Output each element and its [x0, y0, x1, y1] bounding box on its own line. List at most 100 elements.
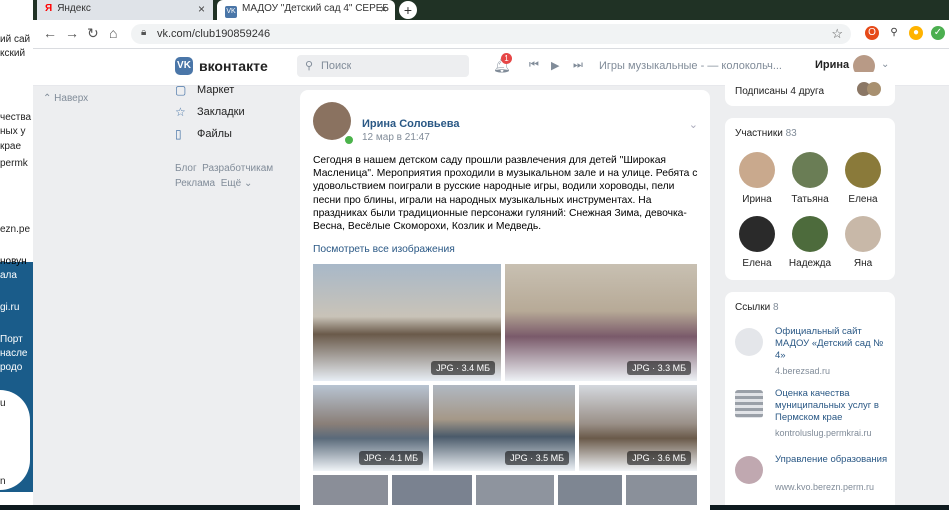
avatar: [845, 216, 881, 252]
photo-size-label: JPG · 3.4 МБ: [431, 361, 495, 375]
post-author[interactable]: Ирина Соловьева: [362, 118, 460, 130]
sidebar-item-market[interactable]: ▢ Маркет: [175, 83, 285, 105]
post-photo[interactable]: JPG · 3.4 МБ: [313, 264, 501, 381]
search-icon[interactable]: ⚲: [887, 26, 901, 40]
user-name[interactable]: Ирина: [815, 59, 849, 71]
show-all-images-link[interactable]: Посмотреть все изображения: [313, 244, 455, 255]
post-photo[interactable]: JPG · 3.3 МБ: [505, 264, 697, 381]
photo-size-label: JPG · 4.1 МБ: [359, 451, 423, 465]
bg-text: u: [0, 398, 6, 409]
subscribed-friends: Подписаны 4 друга: [735, 86, 825, 97]
tab-title: Яндекс: [57, 3, 91, 14]
post-photo[interactable]: [313, 475, 388, 505]
link-title: Управление образования: [775, 454, 888, 465]
photo-size-label: JPG · 3.5 МБ: [505, 451, 569, 465]
market-icon: ▢: [175, 83, 187, 97]
link-item[interactable]: Официальный сайт МАДОУ «Детский сад № 4»…: [735, 326, 895, 376]
post-text: Сегодня в нашем детском саду прошли разв…: [313, 155, 698, 233]
members-count: 83: [785, 128, 797, 139]
links-title-text: Ссылки: [735, 302, 771, 313]
yandex-icon: Я: [45, 3, 53, 14]
post-photo[interactable]: [626, 475, 697, 505]
url-input[interactable]: 🔒︎ vk.com/club190859246 ☆: [131, 24, 851, 44]
vk-logo-icon[interactable]: VK: [175, 57, 193, 75]
member[interactable]: Елена: [835, 152, 891, 205]
post-photo[interactable]: JPG · 4.1 МБ: [313, 385, 429, 471]
friends-card[interactable]: Подписаны 4 друга: [725, 72, 895, 106]
footer-link-blog[interactable]: Блог: [175, 163, 197, 174]
check-icon[interactable]: ✓: [931, 26, 945, 40]
bg-text: чества: [0, 112, 32, 123]
scroll-to-top-button[interactable]: ⌃ Наверх: [43, 93, 88, 104]
opera-icon[interactable]: O: [865, 26, 879, 40]
sidebar-item-files[interactable]: ▯ Файлы: [175, 127, 285, 149]
member[interactable]: Елена: [729, 216, 785, 269]
member[interactable]: Ирина: [729, 152, 785, 205]
footer-link-more[interactable]: Ещё: [221, 178, 241, 189]
link-title: Оценка качества муниципальных услуг в Пе…: [775, 388, 879, 423]
close-icon[interactable]: ×: [380, 2, 387, 16]
post-photo[interactable]: JPG · 3.5 МБ: [433, 385, 575, 471]
member-name: Татьяна: [791, 194, 829, 205]
post-photo[interactable]: [392, 475, 472, 505]
bg-text: новун: [0, 256, 27, 267]
bg-text: Порт: [0, 334, 23, 345]
sidebar-item-label: Закладки: [197, 106, 245, 118]
play-icon[interactable]: ▶: [551, 59, 559, 72]
sidebar-item-bookmarks[interactable]: ☆ Закладки: [175, 105, 285, 127]
chevron-down-icon[interactable]: ⌄: [881, 59, 889, 70]
star-icon: ☆: [175, 105, 186, 119]
link-url: www.kvo.berezn.perm.ru: [775, 482, 875, 492]
link-item[interactable]: Оценка качества муниципальных услуг в Пе…: [735, 388, 895, 438]
left-menu-footer: Блог Разработчикам Реклама Ещё ⌄: [175, 161, 285, 191]
home-icon[interactable]: ⌂: [109, 25, 117, 41]
chevron-up-icon: ⌃: [43, 93, 55, 104]
member-name: Надежда: [788, 258, 832, 269]
vk-logo-text[interactable]: вконтакте: [199, 58, 268, 74]
track-title[interactable]: Игры музыкальные - — колокольч...: [599, 60, 782, 72]
forward-arrow-icon[interactable]: →: [65, 25, 79, 41]
links-title[interactable]: Ссылки 8: [735, 302, 779, 313]
tab-vk[interactable]: VK МАДОУ "Детский сад 4" СЕРЕБ ×: [217, 0, 395, 20]
member[interactable]: Надежда: [782, 216, 838, 269]
sidebar-item-label: Маркет: [197, 84, 235, 96]
footer-link-ads[interactable]: Реклама: [175, 178, 215, 189]
members-title-text: Участники: [735, 128, 783, 139]
avatar: [739, 152, 775, 188]
avatar: [792, 152, 828, 188]
notifications-bell-icon[interactable]: 🔔︎ 1: [493, 53, 512, 74]
post-date[interactable]: 12 мар в 21:47: [362, 132, 430, 143]
footer-link-developers[interactable]: Разработчикам: [202, 163, 273, 174]
close-icon[interactable]: ×: [198, 2, 205, 16]
post-photo[interactable]: [476, 475, 554, 505]
next-track-icon[interactable]: ⏭: [573, 59, 583, 72]
avatar: [845, 152, 881, 188]
back-arrow-icon[interactable]: ←: [43, 25, 57, 41]
avatar: [792, 216, 828, 252]
bookmark-star-icon[interactable]: ☆: [831, 26, 843, 42]
post-photo[interactable]: JPG · 3.6 МБ: [579, 385, 697, 471]
extension-icon[interactable]: ●: [909, 26, 923, 40]
previous-track-icon[interactable]: ⏮: [529, 59, 539, 72]
reload-icon[interactable]: ↻: [87, 25, 99, 42]
link-thumbnail: [735, 390, 763, 418]
member[interactable]: Яна: [835, 216, 891, 269]
bg-text: родо: [0, 362, 23, 373]
search-icon: ⚲: [305, 60, 314, 72]
link-item[interactable]: Управление образования www.kvo.berezn.pe…: [735, 454, 895, 500]
avatar: [867, 82, 881, 96]
new-tab-button[interactable]: +: [399, 1, 417, 19]
back-label: Наверх: [54, 93, 89, 104]
member[interactable]: Татьяна: [782, 152, 838, 205]
chevron-down-icon[interactable]: ⌄: [689, 118, 698, 131]
search-input[interactable]: ⚲ Поиск: [297, 55, 469, 77]
tab-yandex[interactable]: Я Яндекс ×: [37, 0, 213, 20]
avatar: [739, 216, 775, 252]
members-card: Участники 83 Ирина Татьяна Елена Елена Н…: [725, 118, 895, 280]
sidebar-item-label: Файлы: [197, 128, 232, 140]
chevron-down-icon: ⌄: [243, 178, 253, 189]
post-photo[interactable]: [558, 475, 622, 505]
member-name: Елена: [848, 194, 878, 205]
member-name: Яна: [853, 258, 873, 269]
members-title[interactable]: Участники 83: [735, 128, 797, 139]
